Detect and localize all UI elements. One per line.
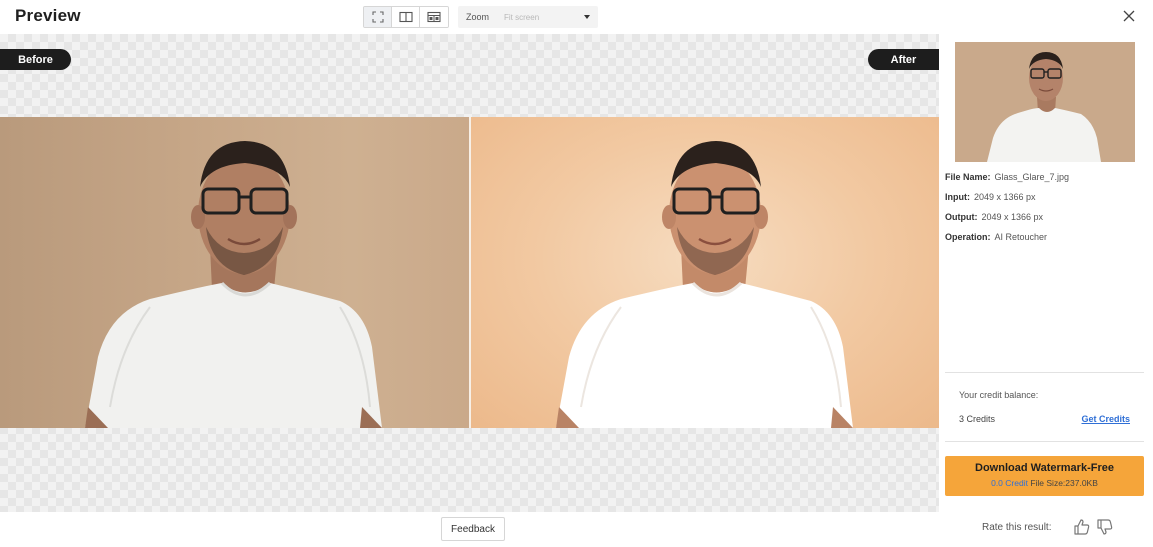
view-mode-group [363,6,449,28]
chevron-down-icon [584,15,590,19]
operation-label: Operation: [945,232,991,242]
download-file-size: File Size:237.0KB [1030,478,1098,488]
file-name-value: Glass_Glare_7.jpg [994,172,1070,182]
split-view-icon [398,11,413,23]
input-value: 2049 x 1366 px [974,192,1036,202]
zoom-value: Fit screen [504,12,540,22]
thumbnail-portrait [955,42,1135,162]
output-row: Output: 2049 x 1366 px [945,212,1043,222]
download-credit-cost: 0.0 Credit [991,478,1028,488]
zoom-label: Zoom [466,12,490,22]
credit-balance-box: Your credit balance: 3 Credits Get Credi… [945,372,1144,442]
input-label: Input: [945,192,970,202]
rate-result-label: Rate this result: [982,522,1052,533]
details-panel: File Name: Glass_Glare_7.jpg Input: 2049 x… [945,34,1144,512]
credit-balance-label: Your credit balance: [959,390,1039,400]
header: Preview Zoom Fit screen [0,0,1153,34]
view-mode-split-button[interactable] [392,7,420,27]
fullscreen-icon [371,11,384,23]
thumbs-down-icon [1097,519,1113,535]
preview-canvas: Before After [0,34,939,512]
before-image [0,117,469,428]
view-mode-fullscreen-button[interactable] [364,7,392,27]
close-icon [1123,10,1135,22]
after-portrait [556,141,853,428]
page-title: Preview [15,6,81,25]
download-title: Download Watermark-Free [975,462,1114,474]
after-image [471,117,939,428]
operation-row: Operation: AI Retoucher [945,232,1047,242]
thumbs-up-button[interactable] [1073,518,1093,538]
zoom-select[interactable]: Zoom Fit screen [458,6,598,28]
input-row: Input: 2049 x 1366 px [945,192,1036,202]
file-name-row: File Name: Glass_Glare_7.jpg [945,172,1069,182]
view-mode-side-by-side-button[interactable] [420,7,448,27]
preview-dialog: Preview Zoom Fit screen Before After Fil… [0,0,1153,547]
side-by-side-icon [427,11,441,23]
thumbs-down-button[interactable] [1096,518,1116,538]
download-details: 0.0 Credit File Size:237.0KB [945,478,1144,488]
before-badge: Before [0,49,71,70]
get-credits-link[interactable]: Get Credits [1081,414,1130,424]
feedback-button[interactable]: Feedback [441,517,505,541]
output-value: 2049 x 1366 px [981,212,1044,222]
download-watermark-free-button[interactable]: Download Watermark-Free 0.0 Credit File … [945,456,1144,496]
thumbs-up-icon [1074,519,1090,535]
after-badge: After [868,49,939,70]
operation-value: AI Retoucher [994,232,1048,242]
close-button[interactable] [1118,6,1140,26]
output-label: Output: [945,212,978,222]
credit-balance-value: 3 Credits [959,414,996,424]
file-name-label: File Name: [945,172,991,182]
before-portrait [85,141,382,428]
result-thumbnail [955,42,1135,162]
